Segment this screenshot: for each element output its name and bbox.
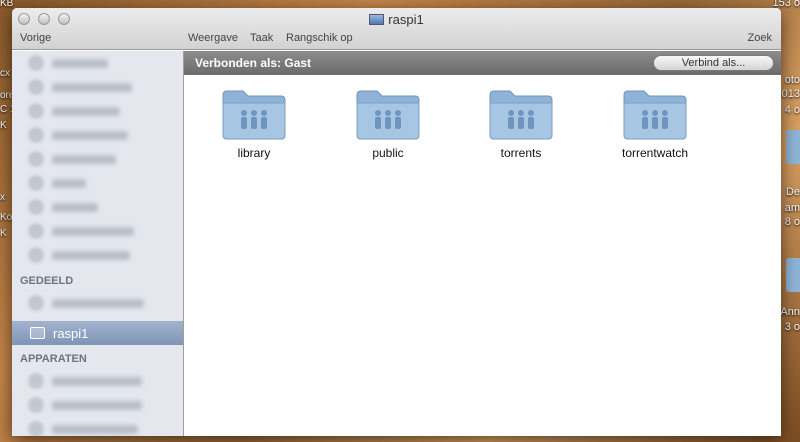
desktop-folder-icon[interactable] — [786, 258, 800, 292]
desktop-folder-icon[interactable] — [786, 130, 800, 164]
sidebar-item-blurred[interactable] — [12, 369, 183, 393]
window-title: raspi1 — [12, 12, 781, 27]
folder-item[interactable]: torrents — [466, 87, 576, 160]
shared-folder-icon — [489, 90, 553, 140]
desktop-label: 4 o — [784, 104, 800, 116]
desktop-label: K — [0, 120, 7, 131]
desktop-label: Ko — [0, 212, 13, 223]
sidebar-item-blurred[interactable] — [12, 291, 183, 315]
blurred-icon — [28, 295, 44, 311]
sidebar-item-blurred[interactable] — [12, 417, 183, 436]
view-button[interactable]: Weergave — [188, 32, 238, 44]
folder-item[interactable]: library — [199, 87, 309, 160]
sidebar-item-blurred[interactable] — [12, 99, 183, 123]
connection-bar: Verbonden als: Gast Verbind als... — [184, 51, 781, 75]
blurred-icon — [28, 79, 44, 95]
sidebar-item-blurred[interactable] — [12, 171, 183, 195]
blurred-icon — [28, 373, 44, 389]
desktop-label: cx — [0, 68, 10, 79]
blurred-icon — [28, 103, 44, 119]
window-title-text: raspi1 — [388, 12, 424, 27]
desktop-label: 013 — [781, 88, 800, 100]
blurred-icon — [28, 55, 44, 71]
sidebar-item-blurred[interactable] — [12, 393, 183, 417]
desktop-label: x — [0, 192, 5, 203]
blurred-icon — [28, 175, 44, 191]
folder-label: public — [372, 146, 404, 160]
sidebar-item-blurred[interactable] — [12, 243, 183, 267]
blurred-icon — [28, 199, 44, 215]
sidebar-item-blurred[interactable] — [12, 75, 183, 99]
back-button[interactable]: Vorige — [20, 32, 51, 44]
desktop-label: oto — [784, 74, 800, 86]
sidebar-item-raspi1[interactable]: raspi1 — [12, 321, 183, 345]
desktop-label: 8 o — [784, 216, 800, 228]
blurred-icon — [28, 127, 44, 143]
sidebar-item-blurred[interactable] — [12, 123, 183, 147]
shared-folder-icon — [222, 90, 286, 140]
desktop-label: Ann — [780, 306, 800, 318]
folder-label: torrentwatch — [621, 146, 689, 160]
sidebar-item-blurred[interactable] — [12, 147, 183, 171]
sidebar-item-label: raspi1 — [53, 325, 89, 341]
blurred-icon — [28, 421, 44, 436]
blurred-icon — [28, 397, 44, 413]
monitor-icon — [30, 327, 45, 339]
content-area: Verbonden als: Gast Verbind als... libra… — [184, 51, 781, 436]
desktop-label: K — [0, 228, 7, 239]
sidebar-item-blurred[interactable] — [12, 51, 183, 75]
connect-as-button[interactable]: Verbind als... — [653, 55, 774, 71]
folder-label: library — [237, 146, 271, 160]
devices-section-header: APPARATEN — [20, 353, 87, 365]
sidebar: GEDEELD raspi1 APPARATEN — [12, 51, 184, 436]
sidebar-item-blurred[interactable] — [12, 219, 183, 243]
blurred-icon — [28, 151, 44, 167]
action-button[interactable]: Taak — [250, 32, 273, 44]
folder-grid: library public torrents torrentwatch — [184, 75, 781, 225]
blurred-icon — [28, 223, 44, 239]
monitor-icon — [369, 14, 385, 25]
shared-section-header: GEDEELD — [20, 275, 74, 287]
search-button[interactable]: Zoek — [748, 32, 772, 44]
shared-folder-icon — [623, 90, 687, 140]
connection-status: Verbonden als: Gast — [195, 56, 312, 70]
desktop-label: 3 o — [784, 321, 800, 333]
folder-item[interactable]: public — [333, 87, 443, 160]
folder-item[interactable]: torrentwatch — [600, 87, 710, 160]
blurred-icon — [28, 247, 44, 263]
folder-label: torrents — [500, 146, 542, 160]
desktop-label: am — [784, 202, 800, 214]
title-bar[interactable]: raspi1 Vorige Weergave Taak Rangschik op… — [12, 8, 781, 50]
desktop-label: De — [785, 186, 800, 198]
arrange-button[interactable]: Rangschik op — [286, 32, 353, 44]
shared-folder-icon — [356, 90, 420, 140]
finder-window: raspi1 Vorige Weergave Taak Rangschik op… — [12, 8, 781, 436]
sidebar-item-blurred[interactable] — [12, 195, 183, 219]
